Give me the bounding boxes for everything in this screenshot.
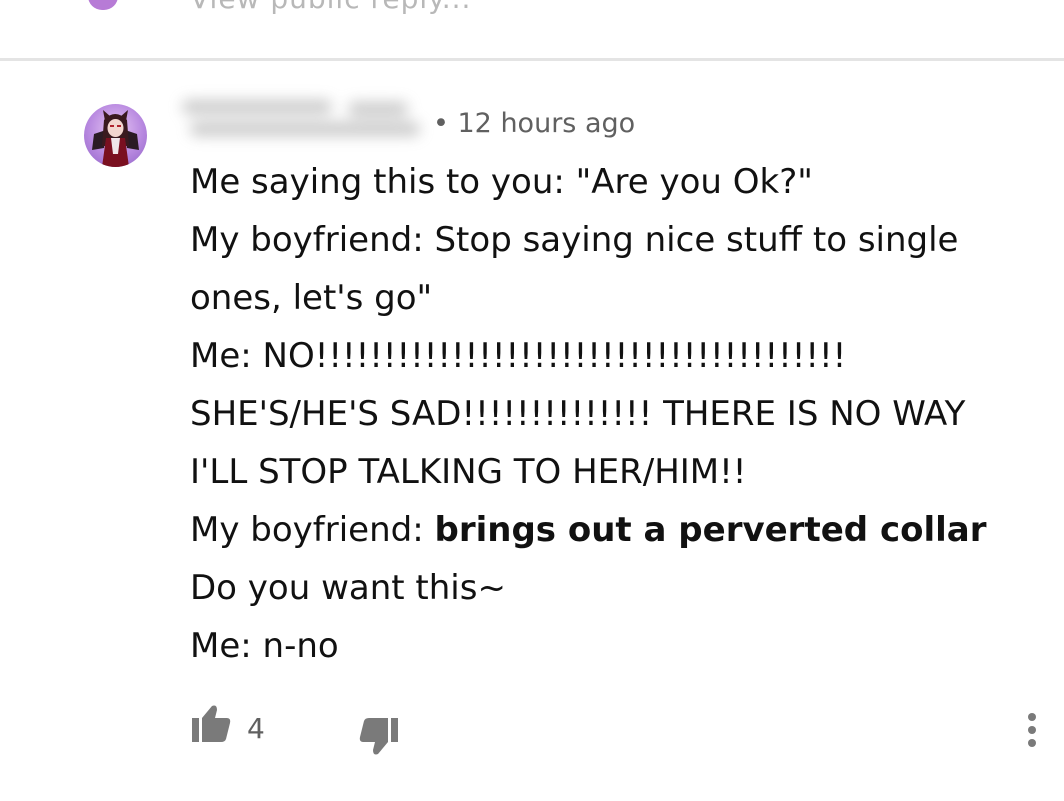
thumbs-down-icon [359, 718, 398, 755]
dislike-button[interactable] [358, 716, 400, 756]
thumbs-up-icon [192, 705, 231, 742]
comment-line: My boyfriend: Stop saying nice stuff to … [190, 220, 959, 318]
comment-divider [0, 58, 1064, 61]
previous-comment-reply-link[interactable]: View public reply... [190, 0, 471, 15]
comment-line: Me: NO!!!!!!!!!!!!!!!!!!!!!!!!!!!!!!!!!!… [190, 336, 966, 492]
avatar-image [92, 110, 139, 167]
avatar[interactable] [84, 104, 147, 167]
comment-bold-text: brings out a perverted collar [434, 510, 987, 550]
comment-line: My boyfriend: brings out a perverted col… [190, 501, 1020, 617]
more-vertical-icon [1028, 713, 1036, 747]
more-options-button[interactable] [1020, 711, 1044, 751]
username-blurred[interactable] [178, 96, 428, 142]
comment-line-prefix: My boyfriend: [190, 510, 435, 550]
previous-comment-avatar[interactable] [88, 0, 118, 10]
like-button[interactable] [190, 704, 232, 744]
like-count: 4 [247, 712, 265, 745]
comment-timestamp[interactable]: • 12 hours ago [433, 108, 635, 139]
comment-text: Me saying this to you: "Are you Ok?" My … [190, 153, 1020, 675]
comment-line: Me: n-no [190, 626, 339, 666]
comment-line: Me saying this to you: "Are you Ok?" [190, 162, 813, 202]
comment-line-suffix: Do you want this~ [190, 568, 506, 608]
